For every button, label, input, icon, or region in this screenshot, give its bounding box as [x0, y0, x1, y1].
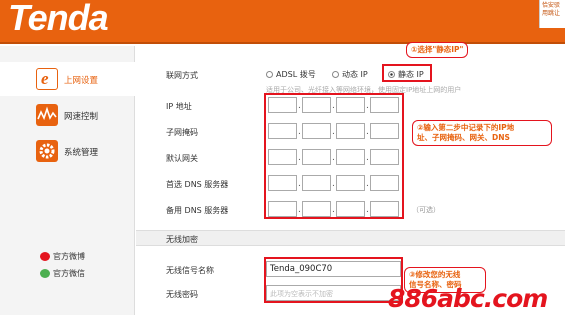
- weibo-label: 官方微博: [53, 252, 85, 261]
- wireless-section-header: 无线加密: [136, 230, 565, 246]
- ip-octet-input[interactable]: [302, 97, 331, 113]
- optional-note: （可选）: [412, 206, 440, 214]
- password-label: 无线密码: [166, 290, 198, 299]
- ip-separator-dot: .: [298, 101, 301, 111]
- ip-octet-input[interactable]: [268, 123, 297, 139]
- tenda-logo: Tenda: [8, 0, 109, 38]
- wechat-label: 官方微信: [53, 269, 85, 278]
- sidebar-item-internet-settings[interactable]: e 上网设置: [0, 62, 135, 96]
- ip-octet-input[interactable]: [336, 97, 365, 113]
- ip-separator-dot: .: [366, 179, 369, 189]
- weibo-icon: [40, 252, 50, 261]
- ip-separator-dot: .: [298, 153, 301, 163]
- sidebar-item-label: 网速控制: [64, 112, 99, 122]
- ip-separator-dot: .: [366, 127, 369, 137]
- ip-separator-dot: .: [366, 101, 369, 111]
- ip-octet-input[interactable]: [370, 149, 399, 165]
- ip-octet-input[interactable]: [370, 175, 399, 191]
- main-panel: 联网方式 ADSL 拨号 动态 IP 静态 IP ①选择"静态IP" 适用于公司…: [136, 42, 565, 315]
- radio-circle-icon: [332, 71, 339, 78]
- sidebar-item-label: 上网设置: [64, 76, 99, 86]
- sidebar: e 上网设置 网速控制 系统管理 官方微博 官方微信: [0, 46, 135, 315]
- ip-octet-input[interactable]: [268, 175, 297, 191]
- ip-octet-input[interactable]: [302, 175, 331, 191]
- highlight-wireless-fields: [264, 257, 403, 303]
- radio-dynamic-ip[interactable]: 动态 IP: [332, 69, 368, 80]
- header: Tenda 恰安驳用跳让: [0, 0, 565, 44]
- radio-adsl[interactable]: ADSL 拨号: [266, 69, 316, 80]
- ip-separator-dot: .: [366, 205, 369, 215]
- callout-step1: ①选择"静态IP": [406, 42, 469, 58]
- ip-separator-dot: .: [332, 127, 335, 137]
- ip-address-label: IP 地址: [166, 102, 192, 111]
- ip-separator-dot: .: [332, 101, 335, 111]
- ip-octet-input[interactable]: [336, 175, 365, 191]
- speed-wave-icon: [36, 104, 58, 126]
- radio-circle-icon: [266, 71, 273, 78]
- ip-octet-input[interactable]: [268, 201, 297, 217]
- top-right-link[interactable]: 恰安驳用跳让: [539, 0, 565, 28]
- sidebar-item-system-management[interactable]: 系统管理: [0, 134, 135, 168]
- ip-octet-input[interactable]: [302, 149, 331, 165]
- watermark: 886abc.com: [388, 284, 548, 313]
- ip-separator-dot: .: [298, 127, 301, 137]
- ip-octet-input[interactable]: [336, 123, 365, 139]
- sidebar-item-speed-control[interactable]: 网速控制: [0, 98, 135, 132]
- callout-step2: ②输入第二步中记录下的IP地 址、子网掩码、网关、DNS: [412, 120, 552, 146]
- ip-separator-dot: .: [366, 153, 369, 163]
- subnet-mask-label: 子网掩码: [166, 128, 198, 137]
- ip-separator-dot: .: [332, 153, 335, 163]
- wechat-link[interactable]: 官方微信: [40, 268, 85, 279]
- gateway-label: 默认网关: [166, 154, 198, 163]
- primary-dns-label: 首选 DNS 服务器: [166, 180, 229, 189]
- wan-mode-label: 联网方式: [166, 71, 198, 80]
- ip-octet-input[interactable]: [268, 97, 297, 113]
- gear-icon: [36, 140, 58, 162]
- ip-octet-input[interactable]: [302, 123, 331, 139]
- ip-separator-dot: .: [332, 205, 335, 215]
- ssid-label: 无线信号名称: [166, 266, 214, 275]
- ip-octet-input[interactable]: [336, 149, 365, 165]
- wechat-icon: [40, 269, 50, 278]
- ip-octet-input[interactable]: [370, 97, 399, 113]
- ip-separator-dot: .: [332, 179, 335, 189]
- sidebar-item-label: 系统管理: [64, 148, 99, 158]
- secondary-dns-label: 备用 DNS 服务器: [166, 206, 229, 215]
- ip-separator-dot: .: [298, 205, 301, 215]
- internet-e-icon: e: [36, 68, 58, 90]
- ip-octet-input[interactable]: [370, 201, 399, 217]
- ip-octet-input[interactable]: [336, 201, 365, 217]
- ip-separator-dot: .: [298, 179, 301, 189]
- ip-octet-input[interactable]: [370, 123, 399, 139]
- ip-octet-input[interactable]: [268, 149, 297, 165]
- weibo-link[interactable]: 官方微博: [40, 251, 85, 262]
- ip-octet-input[interactable]: [302, 201, 331, 217]
- highlight-static-ip: [382, 64, 432, 82]
